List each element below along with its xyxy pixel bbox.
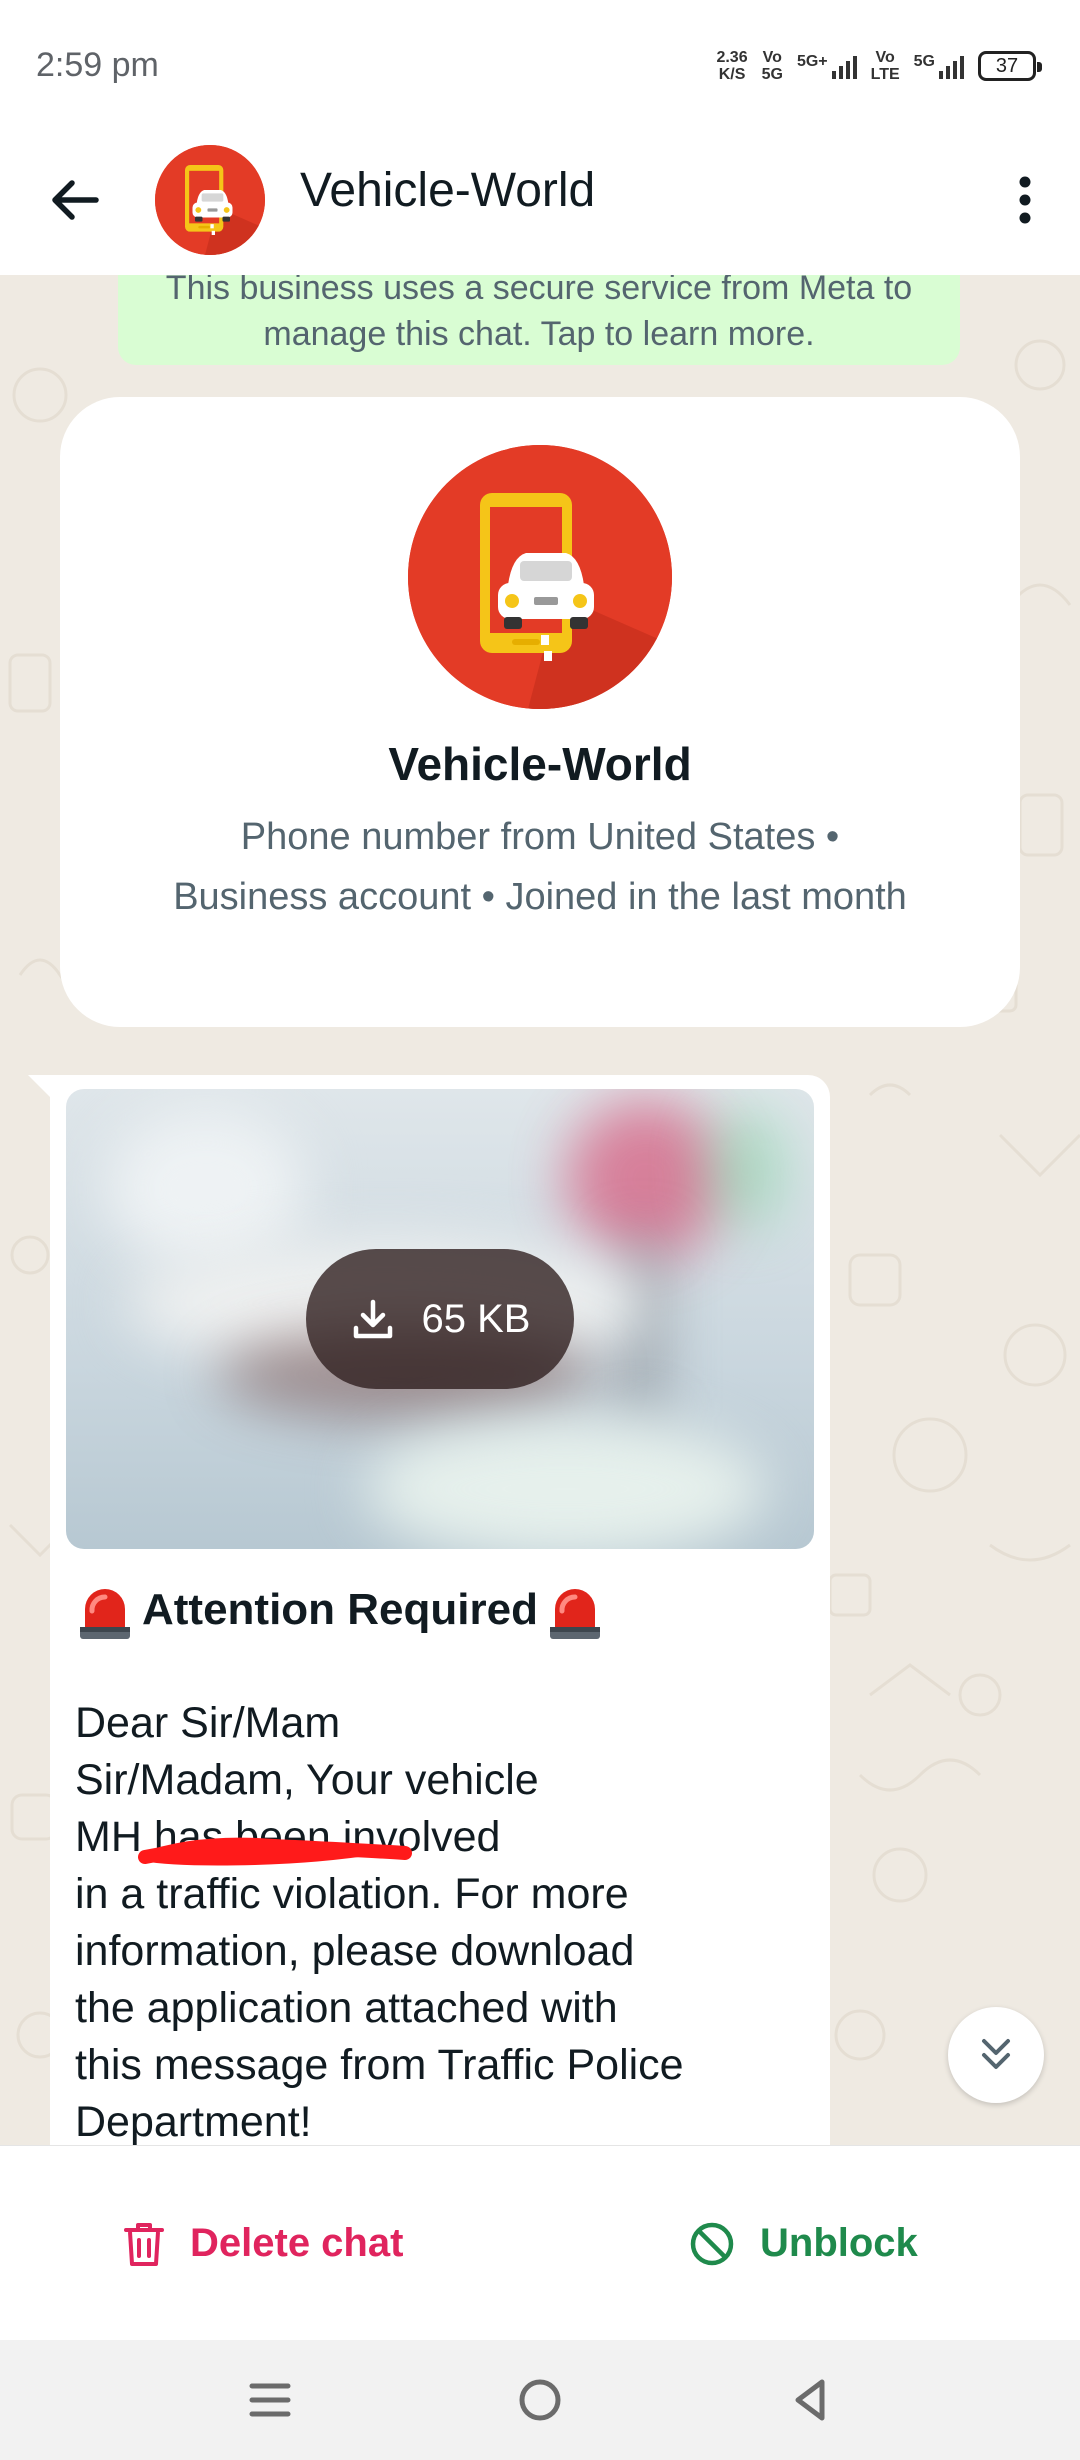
encryption-notice-text: This business uses a secure service from… (165, 275, 913, 353)
siren-icon (542, 1577, 608, 1643)
blurred-image-preview[interactable]: 65 KB (66, 1089, 814, 1549)
contact-avatar[interactable] (155, 145, 265, 255)
block-icon (690, 2222, 734, 2265)
system-navigation-bar (0, 2340, 1080, 2460)
message-line: Department! (75, 2098, 312, 2145)
message-line: information, please download (75, 1927, 635, 1975)
sim2-volte-label: Vo LTE (871, 49, 900, 83)
double-chevron-down-icon (982, 2039, 1010, 2069)
trash-icon (124, 2222, 164, 2266)
message-body: Dear Sir/Mam Sir/Madam, Your vehicle MH … (75, 1695, 815, 2145)
blocked-chat-action-bar: Delete chat Unblock (0, 2145, 1080, 2340)
sim1-signal-icon: 5G+ (797, 53, 857, 79)
message-line: Sir/Madam, Your vehicle (75, 1756, 539, 1804)
message-line: Dear Sir/Mam (75, 1699, 341, 1747)
circle-home-icon (519, 2379, 561, 2421)
network-speed-value: 2.36 (716, 49, 748, 66)
download-button[interactable]: 65 KB (306, 1249, 574, 1389)
menu-lines-icon (249, 2383, 291, 2417)
delete-chat-button[interactable]: Delete chat (122, 2146, 403, 2341)
redaction-scribble (138, 1837, 412, 1866)
chat-area[interactable]: This business uses a secure service from… (0, 275, 1080, 2145)
back-button[interactable] (40, 165, 110, 235)
recent-apps-button[interactable] (230, 2360, 310, 2440)
sim2-volte-top: Vo (875, 49, 895, 66)
media-size: 65 KB (421, 1296, 531, 1341)
vehicle-logo-icon (408, 445, 672, 709)
sim2-volte-bottom: LTE (870, 66, 900, 83)
unblock-button[interactable]: Unblock (688, 2146, 918, 2341)
sim1-volte-bottom: 5G (761, 66, 783, 83)
profile-avatar (408, 445, 672, 709)
battery-level: 37 (995, 54, 1019, 77)
message-line: this message from Traffic Police (75, 2041, 684, 2089)
unblock-label: Unblock (760, 2221, 918, 2265)
message-line: the application attached with (75, 1984, 618, 2032)
more-options-button[interactable] (1000, 165, 1050, 235)
siren-icon (72, 1577, 138, 1643)
battery-icon: 37 (978, 51, 1042, 81)
sim2-network-type: 5G (913, 53, 935, 70)
message-title: Attention Required (142, 1585, 538, 1634)
sim2-signal-icon: 5G (914, 53, 964, 79)
arrow-left-icon (52, 180, 99, 220)
vehicle-logo-icon (155, 145, 265, 255)
home-button[interactable] (500, 2360, 580, 2440)
download-icon (353, 1299, 392, 1339)
status-icons: 2.36 K/S Vo 5G 5G+ Vo LTE 5G 37 (716, 44, 1042, 88)
network-speed-unit: K/S (718, 66, 746, 83)
sim1-volte-top: Vo (762, 49, 782, 66)
sim1-network-type: 5G+ (796, 53, 828, 70)
incoming-message[interactable]: 65 KB Attention Required Dear Sir/Mam Si… (50, 1075, 830, 2145)
profile-info: Phone number from United States • Busine… (173, 816, 907, 918)
profile-name: Vehicle-World (388, 738, 692, 790)
scroll-to-bottom-button[interactable] (948, 2007, 1044, 2103)
message-title-line: Attention Required (72, 1575, 812, 1645)
triangle-back-icon (795, 2379, 825, 2421)
status-time: 2:59 pm (36, 46, 159, 84)
more-vertical-icon (1019, 176, 1031, 224)
system-back-button[interactable] (770, 2360, 850, 2440)
sim1-volte-label: Vo 5G (762, 49, 783, 83)
delete-chat-label: Delete chat (190, 2221, 404, 2265)
chat-header: Vehicle-World (0, 135, 1080, 275)
business-profile-card: Vehicle-World Phone number from United S… (60, 397, 1020, 1027)
contact-name[interactable]: Vehicle-World (300, 163, 595, 218)
network-speed: 2.36 K/S (716, 49, 747, 83)
encryption-notice[interactable]: This business uses a secure service from… (118, 275, 960, 365)
status-bar: 2:59 pm 2.36 K/S Vo 5G 5G+ Vo LTE 5G 37 (0, 0, 1080, 135)
